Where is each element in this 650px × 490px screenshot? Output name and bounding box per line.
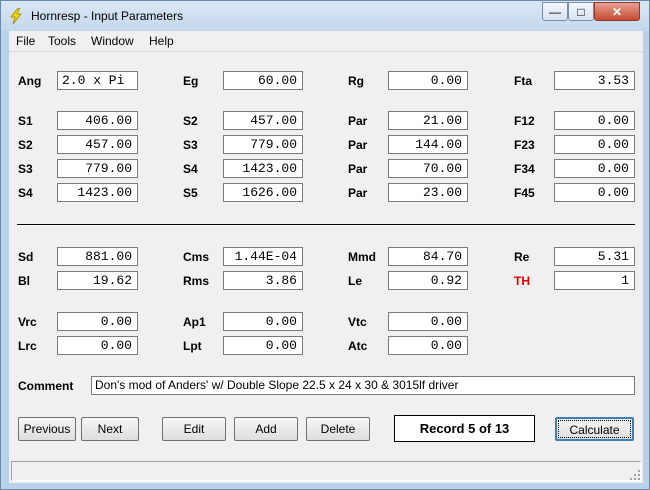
le-label: Le <box>348 274 363 288</box>
s1-field[interactable]: 406.00 <box>57 111 138 130</box>
sd-field[interactable]: 881.00 <box>57 247 138 266</box>
comment-field[interactable]: Don's mod of Anders' w/ Double Slope 22.… <box>91 376 635 395</box>
sd-label: Sd <box>18 250 34 264</box>
atc-field[interactable]: 0.00 <box>388 336 468 355</box>
menu-help[interactable]: Help <box>149 34 174 48</box>
menu-file[interactable]: File <box>16 34 35 48</box>
f45-label: F45 <box>514 186 535 200</box>
par1-field[interactable]: 21.00 <box>388 111 468 130</box>
ap1-label: Ap1 <box>183 315 206 329</box>
par-label: Par <box>348 186 368 200</box>
window-title: Hornresp - Input Parameters <box>31 9 184 23</box>
mmd-label: Mmd <box>348 250 376 264</box>
atc-label: Atc <box>348 339 368 353</box>
lrc-label: Lrc <box>18 339 37 353</box>
le-field[interactable]: 0.92 <box>388 271 468 290</box>
s3-row-field[interactable]: 779.00 <box>57 159 138 178</box>
delete-button[interactable]: Delete <box>306 417 370 441</box>
s1-label: S1 <box>18 114 33 128</box>
lpt-field[interactable]: 0.00 <box>223 336 303 355</box>
s4-row-field[interactable]: 1423.00 <box>57 183 138 202</box>
th-label: TH <box>514 274 530 288</box>
next-button[interactable]: Next <box>81 417 139 441</box>
s4-row-label: S4 <box>18 186 33 200</box>
add-button[interactable]: Add <box>234 417 298 441</box>
s3-label: S3 <box>183 138 198 152</box>
menu-bar: File Tools Window Help <box>9 31 643 51</box>
f45-field[interactable]: 0.00 <box>554 183 635 202</box>
calculate-button[interactable]: Calculate <box>555 417 634 441</box>
previous-button[interactable]: Previous <box>18 417 76 441</box>
par-label: Par <box>348 162 368 176</box>
rg-field[interactable]: 0.00 <box>388 71 468 90</box>
th-field[interactable]: 1 <box>554 271 635 290</box>
s5-label: S5 <box>183 186 198 200</box>
par2-field[interactable]: 144.00 <box>388 135 468 154</box>
f23-label: F23 <box>514 138 535 152</box>
rms-field[interactable]: 3.86 <box>223 271 303 290</box>
resize-grip-icon[interactable] <box>629 469 641 481</box>
vrc-label: Vrc <box>18 315 37 329</box>
title-bar[interactable]: Hornresp - Input Parameters — □ ✕ <box>1 1 649 31</box>
f12-field[interactable]: 0.00 <box>554 111 635 130</box>
s2-row-label: S2 <box>18 138 33 152</box>
rg-label: Rg <box>348 74 364 88</box>
vrc-field[interactable]: 0.00 <box>57 312 138 331</box>
eg-field[interactable]: 60.00 <box>223 71 303 90</box>
ang-label: Ang <box>18 74 42 88</box>
vtc-label: Vtc <box>348 315 367 329</box>
lrc-field[interactable]: 0.00 <box>57 336 138 355</box>
s2-row-field[interactable]: 457.00 <box>57 135 138 154</box>
edit-button[interactable]: Edit <box>162 417 226 441</box>
eg-label: Eg <box>183 74 199 88</box>
input-parameters-panel: Ang 2.0 x Pi Eg 60.00 Rg 0.00 Fta 3.53 S… <box>9 51 643 458</box>
ang-field[interactable]: 2.0 x Pi <box>57 71 138 90</box>
f34-field[interactable]: 0.00 <box>554 159 635 178</box>
ap1-field[interactable]: 0.00 <box>223 312 303 331</box>
re-label: Re <box>514 250 530 264</box>
s5-field[interactable]: 1626.00 <box>223 183 303 202</box>
f12-label: F12 <box>514 114 535 128</box>
s3-field[interactable]: 779.00 <box>223 135 303 154</box>
s4-field[interactable]: 1423.00 <box>223 159 303 178</box>
fta-label: Fta <box>514 74 532 88</box>
fta-field[interactable]: 3.53 <box>554 71 635 90</box>
maximize-icon: □ <box>577 5 585 19</box>
par3-field[interactable]: 70.00 <box>388 159 468 178</box>
comment-label: Comment <box>18 379 74 393</box>
mmd-field[interactable]: 84.70 <box>388 247 468 266</box>
cms-label: Cms <box>183 250 210 264</box>
lightning-icon <box>10 8 22 24</box>
close-button[interactable]: ✕ <box>594 2 640 21</box>
par-label: Par <box>348 138 368 152</box>
maximize-button[interactable]: □ <box>568 2 594 21</box>
menu-window[interactable]: Window <box>91 34 134 48</box>
par-label: Par <box>348 114 368 128</box>
s3-row-label: S3 <box>18 162 33 176</box>
vtc-field[interactable]: 0.00 <box>388 312 468 331</box>
f34-label: F34 <box>514 162 535 176</box>
app-window: Hornresp - Input Parameters — □ ✕ File T… <box>0 0 650 490</box>
minimize-icon: — <box>549 5 561 19</box>
menu-tools[interactable]: Tools <box>48 34 76 48</box>
minimize-button[interactable]: — <box>542 2 568 21</box>
s2-field[interactable]: 457.00 <box>223 111 303 130</box>
rms-label: Rms <box>183 274 210 288</box>
bl-label: Bl <box>18 274 30 288</box>
re-field[interactable]: 5.31 <box>554 247 635 266</box>
cms-field[interactable]: 1.44E-04 <box>223 247 303 266</box>
lpt-label: Lpt <box>183 339 202 353</box>
close-icon: ✕ <box>611 5 623 19</box>
status-bar <box>9 458 643 483</box>
status-panel <box>11 461 641 481</box>
record-indicator: Record 5 of 13 <box>394 415 535 442</box>
section-divider <box>17 224 635 226</box>
par4-field[interactable]: 23.00 <box>388 183 468 202</box>
s2-label: S2 <box>183 114 198 128</box>
f23-field[interactable]: 0.00 <box>554 135 635 154</box>
bl-field[interactable]: 19.62 <box>57 271 138 290</box>
s4-label: S4 <box>183 162 198 176</box>
